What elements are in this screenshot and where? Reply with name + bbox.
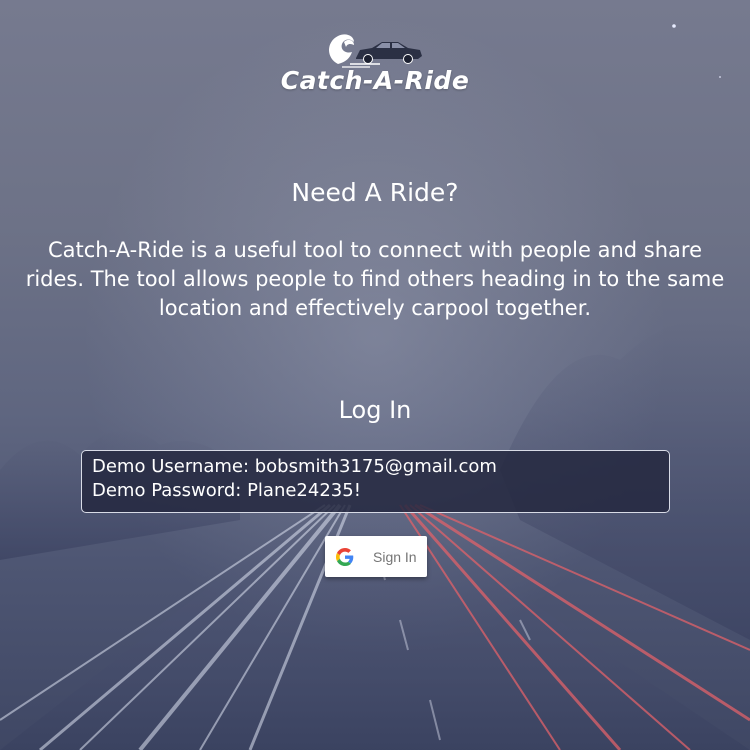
brand-name: Catch-A-Ride: [280, 66, 470, 95]
hero-headline: Need A Ride?: [291, 178, 459, 207]
brand-logo[interactable]: Catch-A-Ride: [0, 28, 750, 95]
google-sign-in-label: Sign In: [373, 548, 417, 565]
login-heading: Log In: [338, 396, 412, 424]
demo-credentials-box: Demo Username: bobsmith3175@gmail.com De…: [81, 450, 670, 513]
wave-car-logo-icon: [329, 34, 422, 68]
demo-password-text: Demo Password: Plane24235!: [92, 480, 361, 501]
hero-description: Catch-A-Ride is a useful tool to connect…: [25, 238, 725, 320]
google-g-icon: [336, 547, 354, 566]
highway-background-image: [0, 0, 750, 750]
demo-username-text: Demo Username: bobsmith3175@gmail.com: [92, 456, 497, 477]
google-sign-in-button[interactable]: Sign In: [325, 536, 427, 577]
